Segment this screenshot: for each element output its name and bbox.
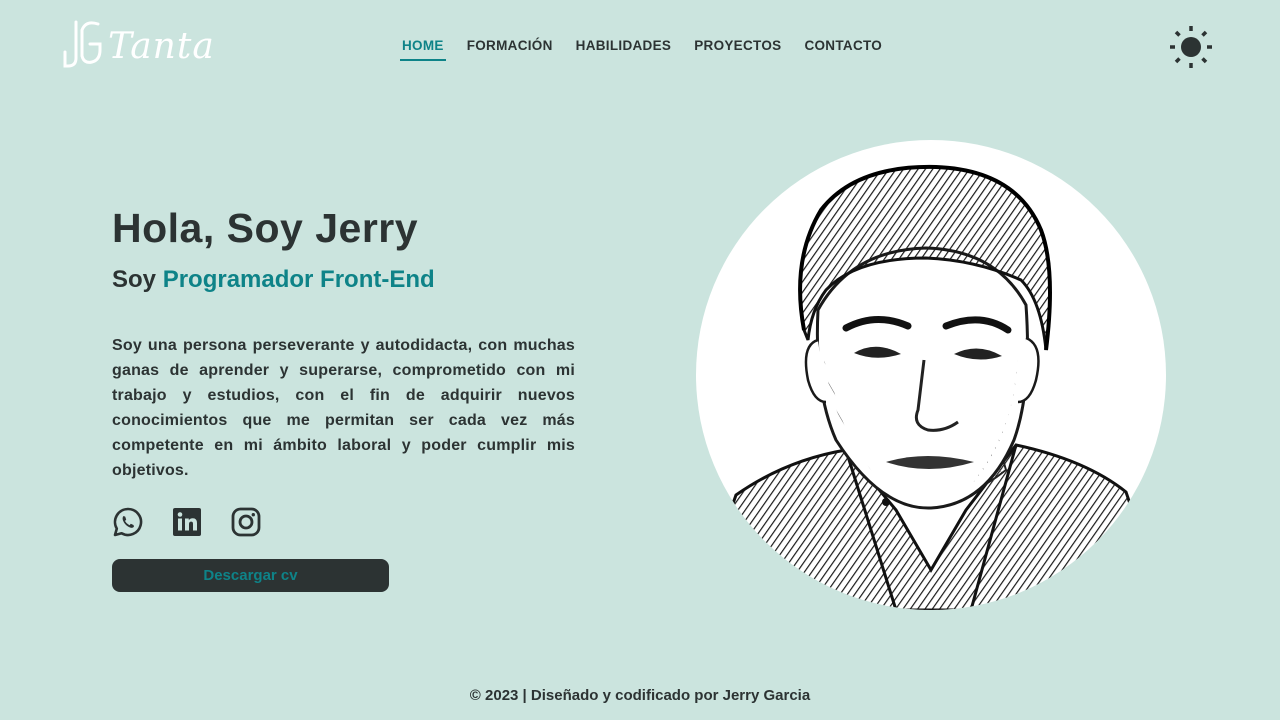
instagram-icon bbox=[231, 507, 261, 537]
hero-subtitle: Soy Programador Front-End bbox=[112, 266, 435, 294]
whatsapp-link[interactable] bbox=[112, 505, 144, 539]
nav-item-formacion[interactable]: FORMACIÓN bbox=[465, 38, 555, 61]
nav-item-home[interactable]: HOME bbox=[400, 38, 446, 61]
theme-toggle-button[interactable] bbox=[1168, 24, 1214, 70]
site-logo[interactable]: Tanta bbox=[62, 18, 215, 70]
hero-description: Soy una persona perseverante y autodidac… bbox=[112, 337, 575, 479]
linkedin-icon bbox=[173, 508, 201, 536]
hero-title: Hola, Soy Jerry bbox=[112, 205, 419, 251]
site-footer: © 2023 | Diseñado y codificado por Jerry… bbox=[469, 687, 811, 704]
social-links bbox=[112, 505, 262, 539]
profile-portrait bbox=[696, 140, 1166, 610]
instagram-link[interactable] bbox=[230, 505, 262, 539]
portrait-sketch bbox=[696, 164, 1166, 610]
logo-text: Tanta bbox=[108, 25, 215, 67]
subtitle-accent: Programador Front-End bbox=[162, 266, 435, 293]
nav-item-habilidades[interactable]: HABILIDADES bbox=[574, 38, 674, 61]
download-cv-button[interactable]: Descargar cv bbox=[112, 559, 389, 592]
subtitle-prefix: Soy bbox=[112, 266, 163, 293]
sun-icon bbox=[1170, 26, 1212, 68]
nav-item-contacto[interactable]: CONTACTO bbox=[802, 38, 884, 61]
jg-monogram-icon bbox=[63, 20, 102, 68]
linkedin-link[interactable] bbox=[171, 505, 203, 539]
whatsapp-icon bbox=[113, 507, 143, 537]
nav-item-proyectos[interactable]: PROYECTOS bbox=[692, 38, 783, 61]
main-nav: HOME FORMACIÓN HABILIDADES PROYECTOS CON… bbox=[400, 38, 884, 61]
